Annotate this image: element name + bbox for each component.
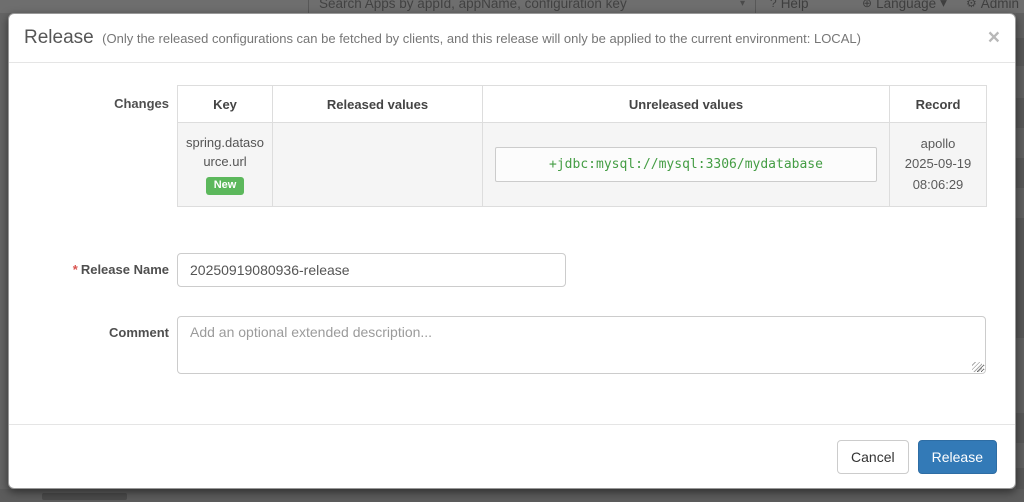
key-cell: spring.datasource.url New [178, 123, 273, 207]
added-value: +jdbc:mysql://mysql:3306/mydatabase [495, 147, 877, 182]
chevron-down-icon: ▾ [740, 0, 745, 9]
gear-icon: ⚙ [966, 0, 977, 10]
dimmed-page-right-edge [1016, 13, 1024, 502]
changes-label: Changes [9, 85, 169, 122]
modal-footer: Cancel Release [9, 424, 1015, 489]
table-header-row: Key Released values Unreleased values Re… [178, 86, 987, 123]
column-header-released-values: Released values [273, 86, 483, 123]
record-cell: apollo 2025-09-19 08:06:29 [890, 123, 987, 207]
nav-admin[interactable]: ⚙ Admin [966, 0, 1019, 13]
unreleased-value-cell: +jdbc:mysql://mysql:3306/mydatabase [483, 123, 890, 207]
close-icon[interactable]: × [988, 27, 1000, 48]
modal-title: Release [24, 27, 94, 48]
comment-label: Comment [9, 325, 169, 340]
release-name-label: *Release Name [9, 262, 169, 277]
required-asterisk: * [73, 262, 78, 277]
changes-table: Key Released values Unreleased values Re… [177, 85, 987, 207]
nav-help[interactable]: ? Help [770, 0, 808, 13]
modal-subtitle: (Only the released configurations can be… [102, 31, 861, 46]
released-value-cell [273, 123, 483, 207]
new-badge: New [206, 177, 245, 195]
nav-language[interactable]: ⊕ Language ▾ [862, 0, 947, 13]
globe-icon: ⊕ [862, 0, 872, 10]
release-modal: Release (Only the released configuration… [8, 13, 1016, 489]
app-search-placeholder: Search Apps by appId, appName, configura… [319, 0, 627, 11]
record-time: 08:06:29 [890, 175, 986, 195]
column-header-key: Key [178, 86, 273, 123]
chevron-down-icon: ▾ [940, 0, 947, 11]
modal-header: Release (Only the released configuration… [9, 14, 1015, 63]
config-key: spring.datasource.url [178, 134, 272, 172]
help-icon: ? [770, 0, 777, 10]
column-header-unreleased-values: Unreleased values [483, 86, 890, 123]
release-button[interactable]: Release [918, 440, 997, 474]
app-search-input[interactable]: Search Apps by appId, appName, configura… [308, 0, 756, 13]
comment-textarea[interactable] [177, 316, 986, 374]
table-row: spring.datasource.url New +jdbc:mysql://… [178, 123, 987, 207]
record-user: apollo [890, 134, 986, 154]
cancel-button[interactable]: Cancel [837, 440, 909, 474]
column-header-record: Record [890, 86, 987, 123]
dimmed-page-bottom-edge [0, 489, 1024, 502]
dimmed-top-navbar: Search Apps by appId, appName, configura… [0, 0, 1024, 13]
record-date: 2025-09-19 [890, 154, 986, 174]
release-name-input[interactable] [177, 253, 566, 287]
